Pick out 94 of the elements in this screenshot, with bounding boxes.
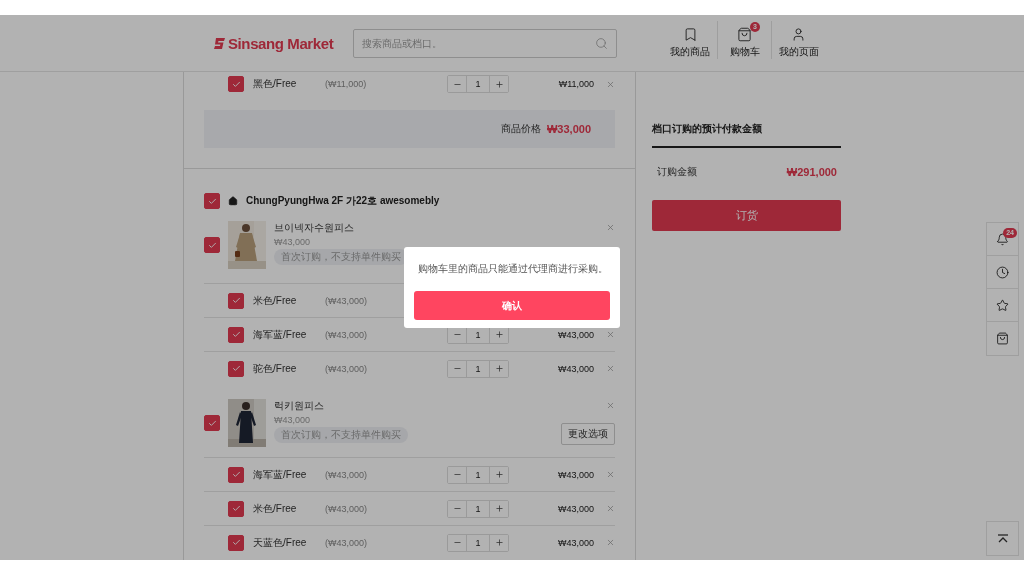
clock-icon	[996, 265, 1009, 279]
checkbox[interactable]	[228, 534, 244, 551]
close-icon	[606, 79, 615, 89]
product-price: ₩43,000	[274, 237, 312, 247]
checkbox[interactable]	[204, 193, 220, 209]
checkbox[interactable]	[228, 326, 244, 343]
nav-item[interactable]: 我的页面	[771, 21, 825, 59]
remove-button[interactable]	[606, 470, 615, 479]
option-label: 天蓝色/Free	[253, 535, 308, 550]
option-label: 黑色/Free	[253, 77, 298, 91]
remove-button[interactable]	[606, 538, 615, 547]
close-icon	[606, 470, 615, 479]
product-name: 브이넥자수원피스	[274, 221, 355, 235]
check-icon	[231, 364, 241, 373]
summary-title: 档口订购的预计付款金额	[652, 122, 841, 148]
check-icon	[231, 538, 241, 547]
logo[interactable]: Sinsang Market	[228, 34, 334, 52]
close-icon	[606, 330, 615, 339]
line-total: ₩43,000	[557, 537, 594, 548]
option-label: 驼色/Free	[253, 361, 298, 376]
remove-button[interactable]	[606, 504, 615, 513]
remove-button[interactable]	[606, 364, 615, 373]
check-icon	[231, 330, 241, 339]
shopping-bag-icon	[996, 332, 1009, 345]
scroll-top-button[interactable]	[986, 521, 1019, 556]
checkbox[interactable]	[228, 292, 244, 309]
product-price: ₩43,000	[274, 415, 312, 425]
quantity-stepper[interactable]: 1	[447, 75, 509, 93]
unit-price: (₩43,000)	[325, 503, 369, 514]
plus-icon	[494, 330, 504, 339]
plus-icon	[494, 364, 504, 373]
store-name: ChungPyungHwa 2F 가22호 awesomebly	[246, 194, 440, 208]
checkbox[interactable]	[204, 415, 220, 431]
plus-icon	[494, 538, 504, 547]
quantity-stepper[interactable]: 1	[447, 359, 509, 378]
plus-icon	[494, 470, 504, 479]
dialog-message: 购物车里的商品只能通过代理商进行采购。	[418, 262, 606, 276]
unit-price: (₩43,000)	[325, 537, 369, 548]
change-option-button[interactable]: 更改选项	[561, 423, 615, 445]
home-icon	[228, 196, 238, 206]
search-icon[interactable]	[595, 36, 608, 50]
order-button[interactable]: 订货	[652, 200, 841, 231]
check-icon	[231, 504, 241, 513]
line-total: ₩43,000	[557, 469, 594, 480]
checkbox[interactable]	[228, 466, 244, 483]
remove-button[interactable]	[606, 330, 615, 339]
plus-icon	[494, 79, 504, 89]
line-total: ₩43,000	[557, 329, 594, 340]
bookmark-icon	[682, 27, 698, 42]
line-total: ₩43,000	[557, 363, 594, 374]
line-total: ₩43,000	[557, 503, 594, 514]
check-icon	[231, 296, 241, 305]
checkbox[interactable]	[228, 500, 244, 517]
unit-price: (₩43,000)	[325, 363, 369, 374]
remove-button[interactable]	[606, 223, 615, 232]
option-label: 海军蓝/Free	[253, 327, 308, 342]
check-icon	[207, 196, 217, 206]
close-icon	[606, 364, 615, 373]
total-amount: ₩291,000	[786, 166, 837, 178]
option-label: 米色/Free	[253, 501, 298, 516]
product-name: 럭키원피스	[274, 399, 325, 413]
check-icon	[207, 240, 217, 250]
total-label: 订购金额	[657, 165, 697, 179]
option-label: 米色/Free	[253, 293, 298, 308]
check-icon	[231, 79, 241, 89]
quantity-stepper[interactable]: 1	[447, 533, 509, 552]
nav-item[interactable]: 我的商品	[663, 21, 717, 59]
close-icon	[606, 504, 615, 513]
check-icon	[207, 418, 217, 428]
close-icon	[606, 401, 615, 410]
shopping-bag-icon	[737, 27, 752, 42]
user-icon	[791, 27, 806, 42]
star-icon	[996, 298, 1009, 312]
quantity-stepper[interactable]: 1	[447, 499, 509, 518]
checkbox[interactable]	[228, 360, 244, 377]
unit-price: (₩11,000)	[325, 79, 368, 89]
subtotal-label: 商品价格	[500, 122, 541, 136]
option-label: 海军蓝/Free	[253, 467, 308, 482]
subtotal-amount: ₩33,000	[546, 123, 591, 135]
unit-price: (₩43,000)	[325, 469, 369, 480]
check-icon	[231, 470, 241, 479]
remove-button[interactable]	[606, 79, 615, 89]
close-icon	[606, 223, 615, 232]
scroll-top-icon	[996, 533, 1009, 544]
logo-icon	[214, 37, 225, 49]
unit-price: (₩43,000)	[325, 329, 369, 340]
remove-button[interactable]	[606, 401, 615, 410]
quantity-stepper[interactable]: 1	[447, 465, 509, 484]
checkbox[interactable]	[204, 237, 220, 253]
checkbox[interactable]	[228, 76, 244, 92]
plus-icon	[494, 504, 504, 513]
line-total: ₩11,000	[558, 79, 594, 89]
close-icon	[606, 538, 615, 547]
unit-price: (₩43,000)	[325, 295, 369, 306]
